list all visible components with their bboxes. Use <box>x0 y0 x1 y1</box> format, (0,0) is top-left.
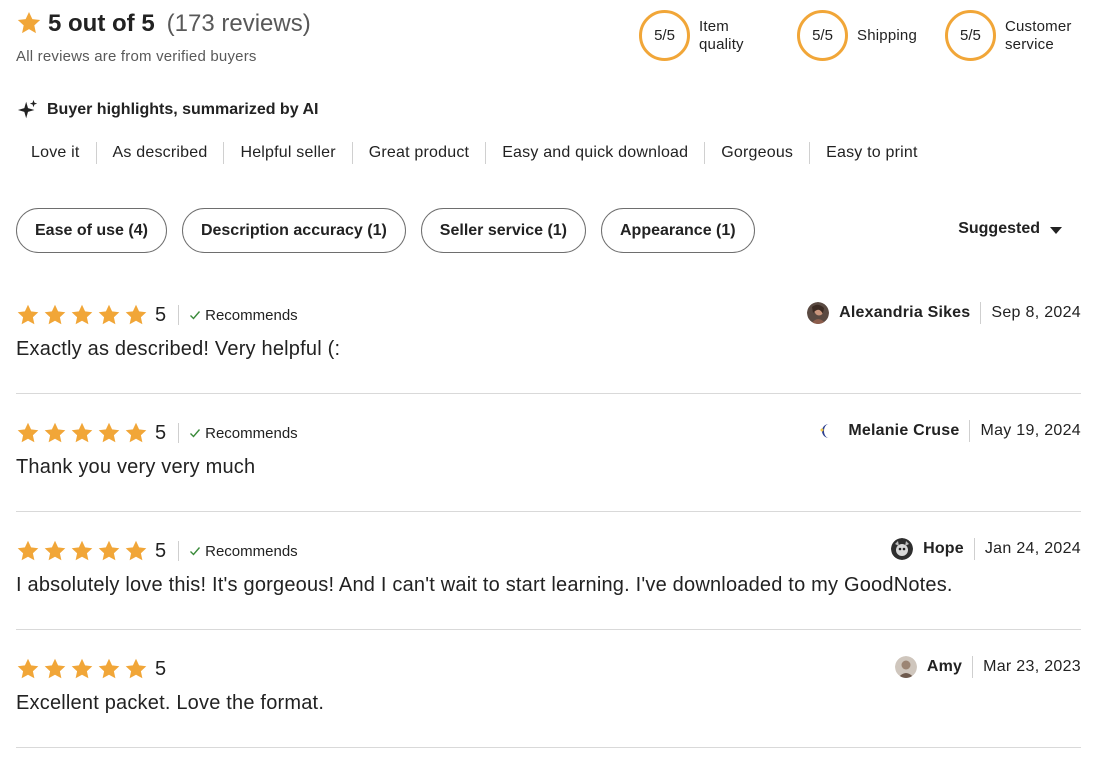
recommends-badge: Recommends <box>178 541 298 561</box>
star-icon <box>98 422 120 443</box>
review-text: I absolutely love this! It's gorgeous! A… <box>16 574 953 596</box>
filter-ease-of-use[interactable]: Ease of use (4) <box>16 208 167 253</box>
highlight-item[interactable]: Easy to print <box>809 142 934 164</box>
ai-title-text: Buyer highlights, summarized by AI <box>47 101 319 118</box>
star-icon <box>44 422 66 443</box>
review-rating: 5 Recommends <box>16 420 298 446</box>
rating-number: 5 <box>155 657 167 680</box>
star-rating <box>16 539 151 563</box>
check-icon <box>190 311 201 320</box>
ai-highlights-title: Buyer highlights, summarized by AI <box>17 99 318 121</box>
star-icon <box>98 540 120 561</box>
star-rating <box>16 657 151 681</box>
star-icon <box>125 422 147 443</box>
score-label: Customer service <box>1004 17 1072 53</box>
score-ring: 5/5 <box>797 10 848 61</box>
highlight-item[interactable]: Gorgeous <box>704 142 809 164</box>
highlight-list: Love it As described Helpful seller Grea… <box>15 142 934 164</box>
review-meta: Hope Jan 24, 2024 <box>891 537 1081 561</box>
review-rating: 5 Recommends <box>16 538 298 564</box>
recommends-text: Recommends <box>205 542 298 560</box>
score-item-quality: 5/5 Item quality <box>639 10 771 61</box>
review-text: Excellent packet. Love the format. <box>16 692 325 714</box>
star-icon <box>71 422 93 443</box>
review-item: 5 Recommends I absolutely love this! It'… <box>16 512 1081 630</box>
star-icon <box>71 304 93 325</box>
reviewer-name[interactable]: Hope <box>923 540 974 558</box>
star-icon <box>44 304 66 325</box>
check-icon <box>190 547 201 556</box>
review-meta: Alexandria Sikes Sep 8, 2024 <box>807 301 1081 325</box>
recommends-text: Recommends <box>205 424 298 442</box>
highlight-item[interactable]: Easy and quick download <box>485 142 704 164</box>
score-ring: 5/5 <box>639 10 690 61</box>
star-icon <box>44 540 66 561</box>
review-meta: Melanie Cruse May 19, 2024 <box>816 419 1081 443</box>
filter-description-accuracy[interactable]: Description accuracy (1) <box>181 208 406 253</box>
rating-number: 5 <box>155 539 167 562</box>
star-icon <box>17 658 39 679</box>
sort-label: Suggested <box>958 220 1040 237</box>
review-item: 5 Recommends Thank you very very much Me… <box>16 394 1081 512</box>
filter-seller-service[interactable]: Seller service (1) <box>420 208 586 253</box>
highlight-item[interactable]: Love it <box>15 142 96 164</box>
review-item: 5 Recommends Exactly as described! Very … <box>16 276 1081 394</box>
reviewer-name[interactable]: Amy <box>927 658 972 676</box>
review-count: (173 reviews) <box>166 10 311 37</box>
score-ring: 5/5 <box>944 10 996 61</box>
review-date: Jan 24, 2024 <box>973 538 1081 560</box>
star-icon <box>125 540 147 561</box>
score-shipping: 5/5 Shipping <box>797 10 917 61</box>
recommends-badge: Recommends <box>178 423 298 443</box>
star-icon <box>125 658 147 679</box>
highlight-item[interactable]: Helpful seller <box>223 142 351 164</box>
review-date: Sep 8, 2024 <box>980 302 1081 324</box>
caret-down-icon <box>1050 226 1062 234</box>
star-rating <box>16 421 151 445</box>
score-label: Shipping <box>857 26 917 44</box>
star-icon <box>17 11 41 34</box>
average-rating: 5 out of 5 <box>48 10 155 37</box>
crescent-moon-icon[interactable] <box>816 420 839 442</box>
review-text: Exactly as described! Very helpful (: <box>16 338 341 360</box>
star-icon <box>71 540 93 561</box>
filter-appearance[interactable]: Appearance (1) <box>601 208 755 253</box>
recommends-text: Recommends <box>205 306 298 324</box>
review-date: Mar 23, 2023 <box>972 656 1081 678</box>
rating-number: 5 <box>155 421 167 444</box>
review-date: May 19, 2024 <box>969 420 1081 442</box>
avatar[interactable] <box>807 302 830 324</box>
rating-number: 5 <box>155 303 167 326</box>
star-icon <box>98 658 120 679</box>
star-icon <box>71 658 93 679</box>
star-rating <box>16 303 151 327</box>
avatar[interactable] <box>891 538 914 560</box>
star-icon <box>44 658 66 679</box>
review-meta: Amy Mar 23, 2023 <box>894 655 1081 679</box>
check-icon <box>190 429 201 438</box>
review-rating: 5 Recommends <box>16 302 298 328</box>
review-item: 5 Excellent packet. Love the format. Amy… <box>16 630 1081 748</box>
reviewer-name[interactable]: Melanie Cruse <box>848 422 969 440</box>
reviewer-name[interactable]: Alexandria Sikes <box>839 304 980 322</box>
score-breakdown: 5/5 Item quality 5/5 Shipping 5/5 Custom… <box>639 10 1077 61</box>
rating-summary: 5 out of 5 (173 reviews) All reviews are… <box>16 8 311 65</box>
sparkle-icon <box>17 99 38 119</box>
sort-dropdown[interactable]: Suggested <box>958 220 1062 238</box>
recommends-badge: Recommends <box>178 305 298 325</box>
highlight-item[interactable]: As described <box>95 142 224 164</box>
score-label: Item quality <box>699 17 744 53</box>
star-icon <box>98 304 120 325</box>
score-customer-service: 5/5 Customer service <box>944 10 1077 61</box>
avatar[interactable] <box>894 656 917 678</box>
review-text: Thank you very very much <box>16 456 256 478</box>
highlight-item[interactable]: Great product <box>351 142 485 164</box>
review-rating: 5 <box>16 656 178 682</box>
star-icon <box>17 540 39 561</box>
star-icon <box>17 304 39 325</box>
verified-note: All reviews are from verified buyers <box>16 48 257 65</box>
review-filters: Ease of use (4) Description accuracy (1)… <box>16 208 770 253</box>
star-icon <box>17 422 39 443</box>
star-icon <box>125 304 147 325</box>
